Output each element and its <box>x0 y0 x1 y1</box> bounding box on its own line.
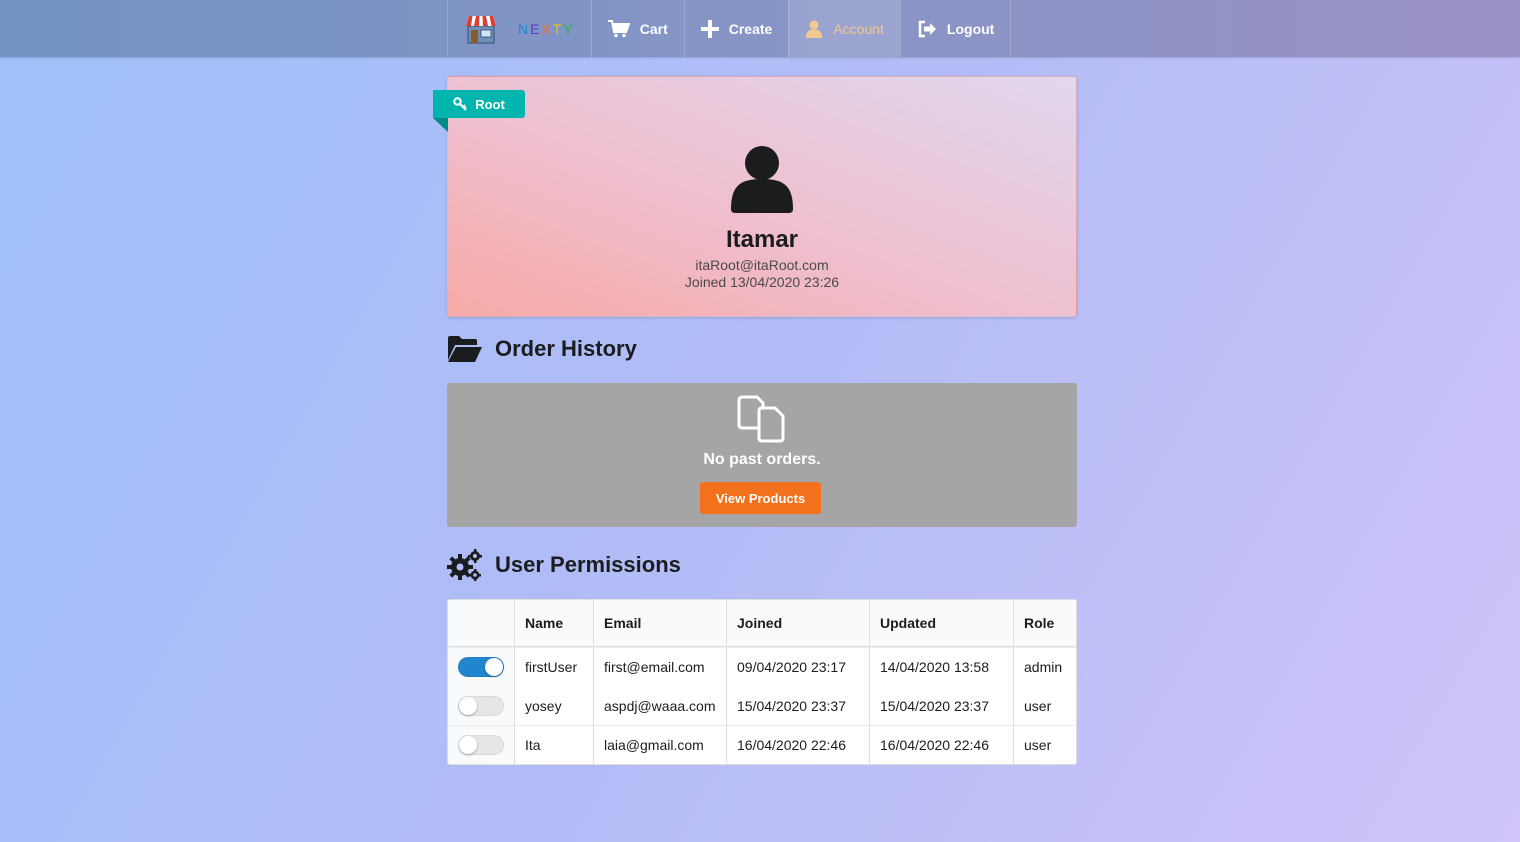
cell-joined: 16/04/2020 22:46 <box>726 725 869 764</box>
no-orders-message: No past orders. <box>703 451 821 468</box>
nav-cart[interactable]: Cart <box>590 0 684 57</box>
cell-name: yosey <box>514 686 593 725</box>
admin-toggle[interactable] <box>458 695 504 716</box>
profile-joined-date: Joined 13/04/2020 23:26 <box>684 274 840 290</box>
table-row: Ita laia@gmail.com 16/04/2020 22:46 16/0… <box>448 725 1076 764</box>
nav-account[interactable]: Account <box>788 0 900 57</box>
avatar-icon <box>731 145 793 218</box>
table-row: firstUser first@email.com 09/04/2020 23:… <box>448 647 1076 686</box>
brand-name: NEXTY <box>518 21 575 37</box>
brand-home-link[interactable]: NEXTY <box>447 0 591 57</box>
view-products-button[interactable]: View Products <box>700 482 821 514</box>
role-ribbon: Root <box>433 90 525 132</box>
nav-logout[interactable]: Logout <box>899 0 1012 57</box>
column-header-joined[interactable]: Joined <box>726 600 869 647</box>
cell-name: firstUser <box>514 647 593 686</box>
user-permissions-title: User Permissions <box>495 552 681 577</box>
table-header-row: Name Email Joined Updated Role <box>448 600 1076 647</box>
column-header-updated[interactable]: Updated <box>869 600 1013 647</box>
admin-toggle[interactable] <box>458 735 504 755</box>
cell-updated: 15/04/2020 23:37 <box>869 686 1013 725</box>
toggle-cell <box>448 725 514 764</box>
logout-icon <box>917 20 937 38</box>
toggle-cell <box>448 647 514 686</box>
store-icon <box>464 14 498 44</box>
user-permissions-header: User Permissions <box>447 549 681 581</box>
cogs-icon <box>447 549 483 581</box>
profile-name: Itamar <box>725 226 799 253</box>
cell-role: user <box>1013 686 1076 725</box>
column-header-role[interactable]: Role <box>1013 600 1076 647</box>
brand-letter: E <box>530 20 542 37</box>
nav-create[interactable]: Create <box>683 0 789 57</box>
cell-updated: 16/04/2020 22:46 <box>869 725 1013 764</box>
order-history-empty-state: No past orders. View Products <box>447 383 1077 527</box>
brand-letter: Y <box>563 20 575 37</box>
cell-email: first@email.com <box>593 647 726 686</box>
cell-name: Ita <box>514 725 593 764</box>
admin-toggle[interactable] <box>458 657 504 677</box>
column-header-email[interactable]: Email <box>593 600 726 647</box>
cell-role: admin <box>1013 647 1076 686</box>
column-header-name[interactable]: Name <box>514 600 593 647</box>
nav-account-label: Account <box>833 20 884 37</box>
cell-updated: 14/04/2020 13:58 <box>869 647 1013 686</box>
toggle-cell <box>448 686 514 725</box>
top-navbar: NEXTY Cart Create Account Logout <box>0 0 1520 57</box>
toggle-knob <box>459 696 477 715</box>
brand-letter: X <box>541 20 553 37</box>
nav-menu: NEXTY Cart Create Account Logout <box>447 0 1012 57</box>
cell-joined: 09/04/2020 23:17 <box>726 647 869 686</box>
key-icon <box>453 97 467 111</box>
nav-logout-label: Logout <box>946 20 995 37</box>
cell-email: aspdj@waaa.com <box>593 686 726 725</box>
profile-card: Root Itamar itaRoot@itaRoot.com Joined 1… <box>433 76 1077 317</box>
cell-email: laia@gmail.com <box>593 725 726 764</box>
open-folder-icon <box>447 335 483 363</box>
brand-letter: T <box>552 20 564 37</box>
copy-documents-icon <box>737 395 787 448</box>
cell-joined: 15/04/2020 23:37 <box>726 686 869 725</box>
order-history-title: Order History <box>495 336 637 361</box>
table-row: yosey aspdj@waaa.com 15/04/2020 23:37 15… <box>448 686 1076 725</box>
cart-icon <box>607 19 630 38</box>
user-icon <box>805 20 823 38</box>
user-permissions-table: Name Email Joined Updated Role firstUser… <box>447 599 1077 765</box>
toggle-knob <box>459 736 477 754</box>
profile-email: itaRoot@itaRoot.com <box>695 257 829 273</box>
plus-icon <box>700 19 719 38</box>
cell-role: user <box>1013 725 1076 764</box>
role-label: Root <box>475 96 505 112</box>
toggle-knob <box>485 658 503 676</box>
brand-letter: N <box>518 20 531 37</box>
nav-create-label: Create <box>728 20 773 37</box>
column-header-toggle <box>448 600 514 647</box>
nav-cart-label: Cart <box>639 20 668 37</box>
order-history-header: Order History <box>447 335 637 363</box>
